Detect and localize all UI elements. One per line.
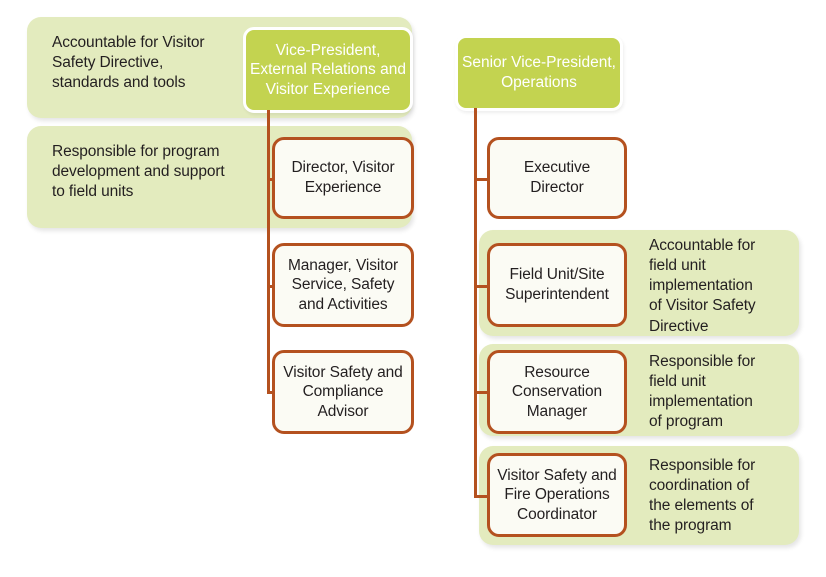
role-field-unit-site-superintendent[interactable]: Field Unit/Site Superintendent	[487, 243, 627, 327]
role-executive-director[interactable]: Executive Director	[487, 137, 627, 219]
left-branch-trunk	[267, 110, 270, 392]
right-annotation-text-3: Responsible for coordination of the elem…	[649, 457, 756, 535]
left-annotation-text-2: Responsible for program development and …	[52, 143, 225, 201]
senior-vice-president-operations-box[interactable]: Senior Vice-President, Operations	[455, 35, 623, 111]
role-visitor-safety-compliance-advisor[interactable]: Visitor Safety and Compliance Advisor	[272, 350, 414, 434]
role-director-visitor-experience[interactable]: Director, Visitor Experience	[272, 137, 414, 219]
role-manager-visitor-service[interactable]: Manager, Visitor Service, Safety and Act…	[272, 243, 414, 327]
right-annotation-text-2: Responsible for field unit implementatio…	[649, 353, 756, 431]
role-visitor-safety-fire-operations-coordinator[interactable]: Visitor Safety and Fire Operations Coord…	[487, 453, 627, 537]
role-resource-conservation-manager[interactable]: Resource Conservation Manager	[487, 350, 627, 434]
left-annotation-text-1: Accountable for Visitor Safety Directive…	[52, 34, 205, 92]
org-chart-canvas: Accountable for Visitor Safety Directive…	[0, 0, 826, 577]
right-annotation-text-1: Accountable for field unit implementatio…	[649, 237, 756, 335]
vice-president-external-relations-box[interactable]: Vice-President, External Relations and V…	[243, 27, 413, 113]
right-branch-trunk	[474, 108, 477, 498]
